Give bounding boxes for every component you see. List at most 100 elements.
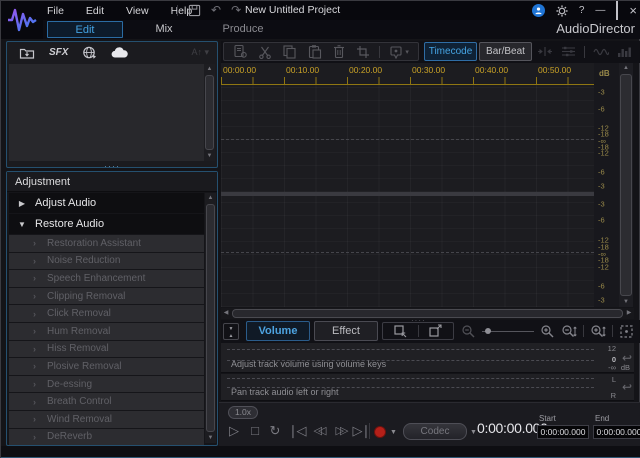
record-button[interactable] (374, 426, 386, 438)
go-to-start-button[interactable]: ❘◁ (287, 421, 305, 441)
pan-keyframe-row[interactable]: Pan track audio left or right L R ↩ (221, 374, 634, 401)
slider-knob[interactable] (485, 328, 491, 334)
tab-mix[interactable]: Mix (126, 21, 202, 38)
editor-horizontal-scrollbar[interactable]: ◀ ▶ (221, 308, 634, 319)
scroll-up-icon[interactable]: ▲ (619, 63, 633, 73)
menu-view[interactable]: View (126, 5, 149, 17)
item-plosive-removal[interactable]: ›Plosive Removal (9, 358, 204, 375)
tab-volume[interactable]: Volume (246, 321, 310, 341)
editor-vertical-scrollbar[interactable]: ▲ ▼ (619, 63, 633, 307)
minimize-icon[interactable]: — (595, 1, 605, 20)
library-content[interactable]: ▲ ▼ (9, 64, 215, 161)
panel-splitter-handle[interactable]: ···· (104, 163, 120, 169)
loop-button[interactable]: ↻ (266, 421, 284, 441)
reset-volume-icon[interactable]: ↩ (622, 351, 632, 365)
record-options-dropdown-icon[interactable]: ▼ (390, 429, 397, 436)
add-keyframe-icon[interactable] (393, 324, 408, 338)
snap-settings-icon[interactable] (561, 45, 576, 58)
group-adjust-audio[interactable]: ▶ Adjust Audio (9, 193, 204, 213)
item-restoration-assistant[interactable]: ›Restoration Assistant (9, 235, 204, 252)
item-dereverb[interactable]: ›DeReverb (9, 429, 204, 446)
scroll-down-icon[interactable]: ▼ (619, 297, 633, 307)
close-icon[interactable]: × (629, 1, 637, 20)
spectrum-view-icon[interactable] (617, 46, 632, 58)
help-icon[interactable]: ? (579, 1, 585, 20)
scroll-down-icon[interactable]: ▼ (204, 151, 215, 161)
item-breath-control[interactable]: ›Breath Control (9, 393, 204, 410)
playback-speed-button[interactable]: 1.0x (228, 406, 258, 419)
delete-trash-icon[interactable] (332, 44, 346, 59)
scroll-up-icon[interactable]: ▲ (204, 64, 215, 74)
collapse-panel-button[interactable]: ▼▲ (223, 323, 239, 340)
item-hum-removal[interactable]: ›Hum Removal (9, 323, 204, 340)
play-button[interactable]: ▷ (225, 421, 243, 441)
volume-keyframe-row[interactable]: Adjust track volume using volume keys 12… (221, 343, 634, 373)
stop-button[interactable]: □ (246, 421, 264, 441)
scroll-up-icon[interactable]: ▲ (205, 193, 216, 203)
scrollbar-thumb[interactable] (232, 309, 623, 318)
properties-icon[interactable] (233, 44, 248, 59)
item-speech-enhancement[interactable]: ›Speech Enhancement (9, 270, 204, 287)
cloud-icon[interactable] (111, 47, 129, 59)
download-sounds-icon[interactable] (82, 45, 97, 60)
end-time-field[interactable]: 0:00:00.000 (593, 425, 640, 439)
trim-icon[interactable] (356, 45, 370, 59)
redo-icon[interactable]: ↷ (231, 1, 241, 20)
item-de-essing[interactable]: ›De-essing (9, 376, 204, 393)
tab-produce[interactable]: Produce (205, 21, 281, 38)
barbeat-button[interactable]: Bar/Beat (479, 42, 532, 61)
rewind-button[interactable]: ◁◁ (309, 421, 327, 441)
tab-effect[interactable]: Effect (314, 321, 378, 341)
waveform-view-icon[interactable] (593, 46, 609, 58)
tab-edit[interactable]: Edit (47, 21, 123, 38)
sort-icon[interactable]: A↑ ▾ (191, 47, 209, 58)
codec-dropdown-icon[interactable]: ▼ (470, 429, 477, 436)
scroll-right-icon[interactable]: ▶ (624, 308, 634, 319)
zoom-out-icon[interactable] (461, 324, 476, 339)
menu-file[interactable]: File (47, 5, 64, 17)
snap-selection-icon[interactable] (537, 45, 553, 58)
waveform-editor[interactable] (221, 85, 594, 307)
sfx-library-button[interactable]: SFX (49, 47, 68, 58)
maximize-icon[interactable] (616, 2, 618, 20)
menu-edit[interactable]: Edit (86, 5, 104, 17)
zoom-in-icon[interactable] (540, 324, 555, 339)
go-to-end-button[interactable]: ▷❘ (352, 421, 370, 441)
zoom-out-vertical-icon[interactable] (561, 324, 577, 339)
channel-left[interactable] (221, 85, 594, 192)
timeline-ruler[interactable]: 00:00.00 00:10.00 00:20.00 00:30.00 00:4… (221, 63, 594, 85)
account-icon[interactable] (532, 4, 545, 17)
adjustment-scrollbar[interactable]: ▲ ▼ (205, 193, 216, 443)
codec-button[interactable]: Codec (403, 423, 467, 440)
timecode-button[interactable]: Timecode (424, 42, 477, 61)
zoom-slider[interactable] (482, 326, 534, 336)
item-click-removal[interactable]: ›Click Removal (9, 305, 204, 322)
remove-keyframe-icon[interactable] (428, 324, 443, 338)
zoom-in-vertical-icon[interactable] (590, 324, 606, 339)
library-scrollbar[interactable]: ▲ ▼ (204, 64, 215, 161)
undo-icon[interactable]: ↶ (211, 1, 221, 20)
cut-scissors-icon[interactable] (258, 45, 272, 59)
paste-icon[interactable] (307, 44, 322, 59)
save-icon[interactable] (188, 4, 201, 17)
item-wind-removal[interactable]: ›Wind Removal (9, 411, 204, 428)
scrollbar-thumb[interactable] (620, 74, 632, 296)
scroll-down-icon[interactable]: ▼ (205, 433, 216, 443)
copy-icon[interactable] (282, 44, 297, 59)
fit-to-window-icon[interactable] (619, 324, 634, 339)
fast-forward-button[interactable]: ▷▷ (331, 421, 349, 441)
scrollbar-thumb[interactable] (206, 204, 215, 432)
channel-right[interactable] (221, 196, 594, 307)
item-clipping-removal[interactable]: ›Clipping Removal (9, 288, 204, 305)
reset-pan-icon[interactable]: ↩ (622, 380, 632, 394)
scroll-left-icon[interactable]: ◀ (221, 308, 231, 319)
scrollbar-thumb[interactable] (205, 75, 214, 150)
import-media-icon[interactable] (19, 46, 35, 60)
item-hiss-removal[interactable]: ›Hiss Removal (9, 341, 204, 358)
settings-gear-icon[interactable] (556, 5, 568, 17)
start-time-field[interactable]: 0:00:00.000 (537, 425, 589, 439)
panel-splitter-handle[interactable]: ···· (411, 316, 426, 325)
marker-icon[interactable]: ▾ (390, 45, 409, 59)
group-restore-audio[interactable]: ▼ Restore Audio (9, 214, 204, 234)
item-noise-reduction[interactable]: ›Noise Reduction (9, 253, 204, 270)
